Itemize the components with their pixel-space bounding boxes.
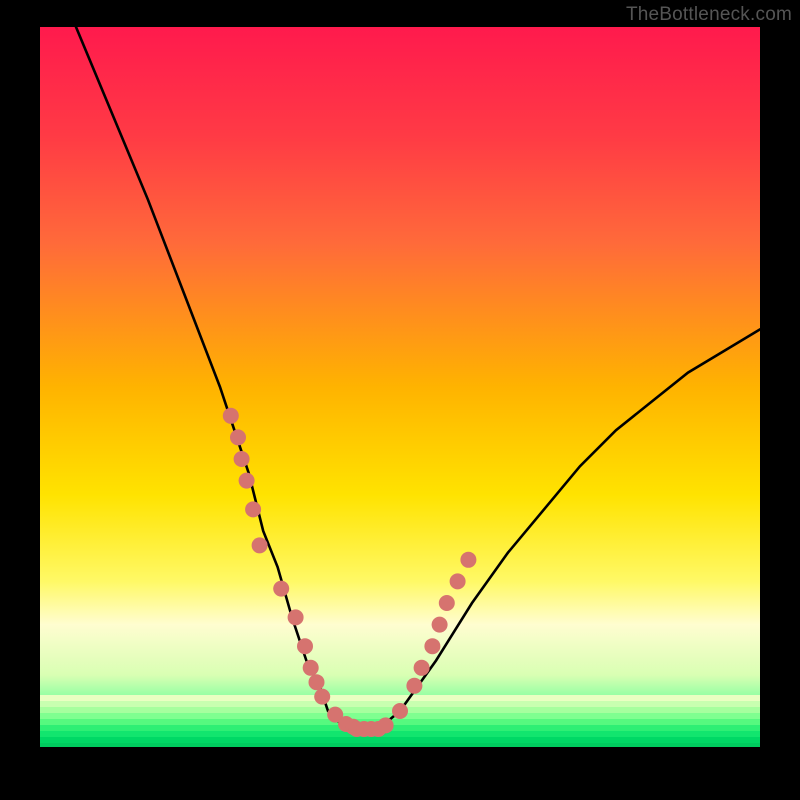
marker-dot [392,703,408,719]
bottleneck-curve-path [76,27,760,733]
marker-dot [245,501,261,517]
chart-canvas: TheBottleneck.com [0,0,800,800]
marker-dot [439,595,455,611]
marker-dot [406,678,422,694]
marker-dot [252,537,268,553]
marker-dot [432,617,448,633]
marker-dot [234,451,250,467]
marker-dot [273,581,289,597]
marker-dot [414,660,430,676]
marker-dot [230,429,246,445]
marker-dot [223,408,239,424]
marker-dot [297,638,313,654]
marker-dot [450,573,466,589]
marker-dot [288,609,304,625]
plot-area [40,27,760,747]
marker-dot [239,473,255,489]
marker-dot [378,717,394,733]
marker-dot [424,638,440,654]
marker-dot [460,552,476,568]
bottleneck-curve-svg [40,27,760,747]
marker-dot [314,689,330,705]
marker-dot [309,674,325,690]
marker-dots-group [223,408,477,737]
watermark-text: TheBottleneck.com [626,4,792,26]
marker-dot [303,660,319,676]
